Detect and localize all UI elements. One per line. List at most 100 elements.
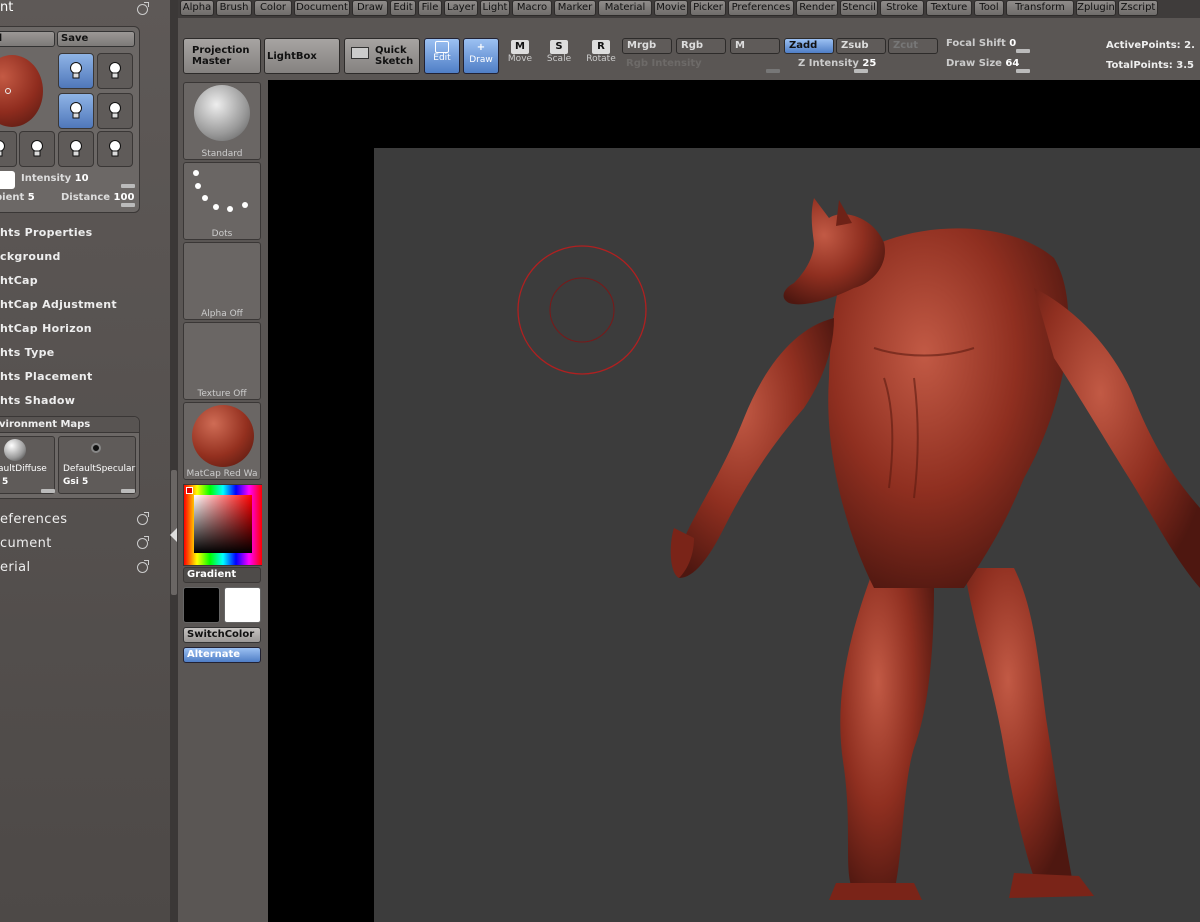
load-light-button[interactable]: d xyxy=(0,31,55,47)
light-bulb-1[interactable] xyxy=(58,53,94,89)
light-bulb-5[interactable] xyxy=(0,131,17,167)
menu-light[interactable]: Light xyxy=(480,0,510,16)
light-bulb-2[interactable] xyxy=(97,53,133,89)
material-menu[interactable]: erial xyxy=(0,560,31,575)
document-area[interactable] xyxy=(268,80,1200,922)
left-tray-scrollbar[interactable] xyxy=(170,0,178,922)
slider-knob[interactable] xyxy=(1016,49,1030,53)
menu-color[interactable]: Color xyxy=(254,0,292,16)
menu-zscript[interactable]: Zscript xyxy=(1118,0,1158,16)
lightcap-adjustment-item[interactable]: htCap Adjustment xyxy=(0,298,117,311)
lights-placement-item[interactable]: hts Placement xyxy=(0,370,93,383)
menu-material[interactable]: Material xyxy=(598,0,652,16)
menu-texture[interactable]: Texture xyxy=(926,0,972,16)
distance-slider[interactable]: Distance 100 xyxy=(61,192,134,203)
draw-size-slider[interactable]: Draw Size 64 xyxy=(946,58,1019,69)
light-bulb-8[interactable] xyxy=(97,131,133,167)
menu-preferences[interactable]: Preferences xyxy=(728,0,794,16)
menu-stencil[interactable]: Stencil xyxy=(840,0,878,16)
move-mode-button[interactable]: M Move xyxy=(502,38,538,74)
draw-mode-button[interactable]: + Draw xyxy=(463,38,499,74)
focal-shift-slider[interactable]: Focal Shift 0 xyxy=(946,38,1016,49)
slider-knob[interactable] xyxy=(121,184,135,188)
slider-knob[interactable] xyxy=(1016,69,1030,73)
collapse-tray-arrow-icon[interactable] xyxy=(170,528,177,542)
light-preview-sphere[interactable] xyxy=(0,55,43,127)
light-position-handle[interactable] xyxy=(5,88,11,94)
menu-brush[interactable]: Brush xyxy=(216,0,252,16)
material-selector[interactable]: MatCap Red Wa xyxy=(183,402,261,480)
ambient-slider[interactable]: bient 5 xyxy=(0,192,35,203)
menu-alpha[interactable]: Alpha xyxy=(180,0,214,16)
lightcap-horizon-item[interactable]: htCap Horizon xyxy=(0,322,92,335)
z-intensity-slider[interactable]: Z Intensity 25 xyxy=(798,58,876,69)
texture-selector[interactable]: Texture Off xyxy=(183,322,261,400)
menu-marker[interactable]: Marker xyxy=(554,0,596,16)
rgb-intensity-slider[interactable]: Rgb Intensity xyxy=(626,58,702,69)
refresh-icon[interactable] xyxy=(137,560,149,573)
menu-movie[interactable]: Movie xyxy=(654,0,688,16)
alpha-selector[interactable]: Alpha Off xyxy=(183,242,261,320)
zcut-button[interactable]: Zcut xyxy=(888,38,938,54)
slider-knob[interactable] xyxy=(121,203,135,207)
stroke-selector[interactable]: Dots xyxy=(183,162,261,240)
refresh-icon[interactable] xyxy=(137,2,149,15)
save-light-button[interactable]: Save xyxy=(57,31,135,47)
environment-maps-header[interactable]: vironment Maps xyxy=(0,417,139,433)
slider-knob[interactable] xyxy=(766,69,780,73)
menu-edit[interactable]: Edit xyxy=(390,0,416,16)
gsi-slider[interactable]: Gsi 5 xyxy=(63,477,88,487)
slider-knob[interactable] xyxy=(854,69,868,73)
slider-knob[interactable] xyxy=(41,489,55,493)
saturation-square[interactable] xyxy=(194,495,252,553)
light-bulb-7[interactable] xyxy=(58,131,94,167)
menu-tool[interactable]: Tool xyxy=(974,0,1004,16)
background-item[interactable]: ckground xyxy=(0,250,61,263)
lightcap-item[interactable]: htCap xyxy=(0,274,38,287)
light-bulb-3[interactable] xyxy=(58,93,94,129)
default-diffuse-map[interactable]: aultDiffuse 5 xyxy=(0,436,55,494)
brush-selector[interactable]: Standard xyxy=(183,82,261,160)
menu-file[interactable]: File xyxy=(418,0,442,16)
menu-layer[interactable]: Layer xyxy=(444,0,478,16)
refresh-icon[interactable] xyxy=(137,512,149,525)
light-intensity-slider[interactable]: Intensity 10 xyxy=(21,173,89,184)
light-bulb-6[interactable] xyxy=(19,131,55,167)
switch-color-button[interactable]: SwitchColor xyxy=(183,627,261,643)
menu-stroke[interactable]: Stroke xyxy=(880,0,924,16)
scale-mode-button[interactable]: S Scale xyxy=(541,38,577,74)
main-color-swatch[interactable] xyxy=(183,587,220,623)
lights-properties-item[interactable]: hts Properties xyxy=(0,226,93,239)
alternate-button[interactable]: Alternate xyxy=(183,647,261,663)
document-menu[interactable]: cument xyxy=(0,536,52,551)
menu-macro[interactable]: Macro xyxy=(512,0,552,16)
quick-sketch-button[interactable]: Quick Sketch xyxy=(344,38,420,74)
preferences-menu[interactable]: eferences xyxy=(0,512,67,527)
light-color-swatch[interactable] xyxy=(0,171,15,189)
light-bulb-4[interactable] xyxy=(97,93,133,129)
menu-document[interactable]: Document xyxy=(294,0,350,16)
canvas[interactable] xyxy=(374,148,1200,922)
werewolf-model[interactable] xyxy=(374,148,1200,922)
lights-type-item[interactable]: hts Type xyxy=(0,346,55,359)
zadd-button[interactable]: Zadd xyxy=(784,38,834,54)
menu-transform[interactable]: Transform xyxy=(1006,0,1074,16)
lightbox-button[interactable]: LightBox xyxy=(264,38,340,74)
secondary-color-swatch[interactable] xyxy=(224,587,261,623)
default-specular-map[interactable]: DefaultSpecular Gsi 5 xyxy=(58,436,136,494)
refresh-icon[interactable] xyxy=(137,536,149,549)
mrgb-button[interactable]: Mrgb xyxy=(622,38,672,54)
menu-draw[interactable]: Draw xyxy=(352,0,388,16)
menu-zplugin[interactable]: Zplugin xyxy=(1076,0,1116,16)
rotate-mode-button[interactable]: R Rotate xyxy=(583,38,619,74)
zsub-button[interactable]: Zsub xyxy=(836,38,886,54)
menu-picker[interactable]: Picker xyxy=(690,0,726,16)
menu-render[interactable]: Render xyxy=(796,0,838,16)
edit-mode-button[interactable]: Edit xyxy=(424,38,460,74)
m-button[interactable]: M xyxy=(730,38,780,54)
gradient-toggle[interactable]: Gradient xyxy=(183,567,261,583)
rgb-button[interactable]: Rgb xyxy=(676,38,726,54)
lights-shadow-item[interactable]: hts Shadow xyxy=(0,394,75,407)
color-picker[interactable] xyxy=(183,484,262,566)
slider-knob[interactable] xyxy=(121,489,135,493)
